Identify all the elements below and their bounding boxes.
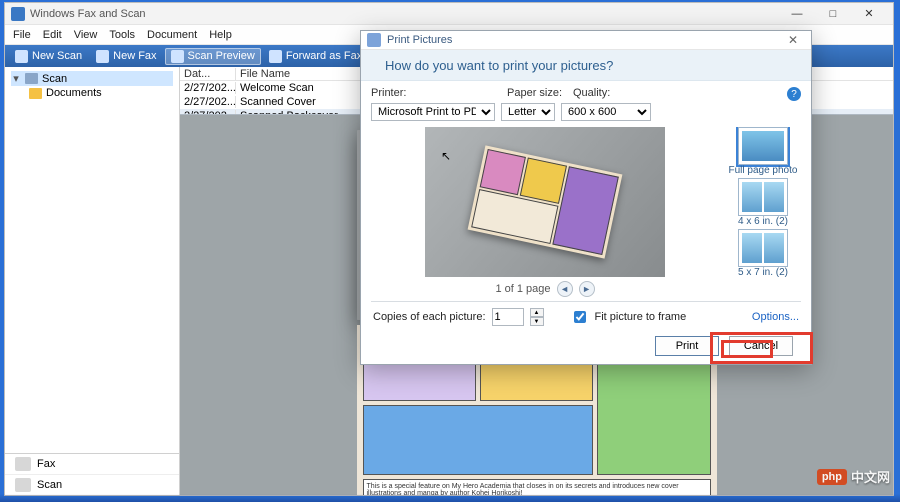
tree-node-scan[interactable]: ▾ Scan [11,71,173,86]
account-scan[interactable]: Scan [5,475,179,495]
account-label: Scan [37,479,62,491]
toolbar-forward-fax[interactable]: Forward as Fax [263,48,368,65]
cursor-icon: ↖ [441,149,451,163]
spin-down-button[interactable]: ▼ [530,317,544,326]
menu-help[interactable]: Help [209,29,232,41]
toolbar-label: Scan Preview [188,50,255,62]
toolbar-label: Forward as Fax [286,50,362,62]
pager-prev-button[interactable]: ◄ [557,281,573,297]
window-maximize-button[interactable]: □ [815,4,851,24]
account-fax[interactable]: Fax [5,454,179,475]
options-link[interactable]: Options... [752,311,799,323]
dialog-banner-text: How do you want to print your pictures? [385,58,613,73]
account-switcher: Fax Scan [5,453,179,495]
preview-icon [171,50,184,63]
copies-spinner[interactable]: ▲ ▼ [530,308,544,326]
cancel-button[interactable]: Cancel [729,336,793,356]
toolbar-scan-preview[interactable]: Scan Preview [165,48,261,65]
quality-label: Quality: [573,87,653,101]
scan-device-icon [15,478,31,492]
tree-node-documents[interactable]: Documents [11,86,173,100]
cell-date: 2/27/202... [180,96,235,108]
layout-label: Full page photo [729,165,798,176]
layout-4x6[interactable]: 4 x 6 in. (2) [725,178,801,227]
printer-select[interactable]: Microsoft Print to PDF [371,103,495,121]
dialog-body: Printer: Paper size: Quality: ? Microsof… [361,81,811,364]
dialog-title: Print Pictures [387,34,452,46]
quality-select[interactable]: 600 x 600 [561,103,651,121]
menu-view[interactable]: View [74,29,98,41]
forward-fax-icon [269,50,282,63]
mini-comic-image [468,145,623,258]
layout-options[interactable]: Full page photo 4 x 6 in. (2) 5 x 7 in. … [725,127,801,297]
layout-label: 5 x 7 in. (2) [738,267,788,278]
dialog-preview-column: ↖ 1 of 1 page ◄ ► [371,127,719,297]
print-pictures-dialog: Print Pictures ✕ How do you want to prin… [360,30,812,365]
dialog-close-button[interactable]: ✕ [781,31,805,49]
watermark-badge: php [817,469,847,485]
layout-5x7[interactable]: 5 x 7 in. (2) [725,229,801,278]
print-button[interactable]: Print [655,336,719,356]
fax-device-icon [15,457,31,471]
tree-label: Documents [46,87,102,99]
collapse-icon[interactable]: ▾ [11,72,21,85]
help-icon[interactable]: ? [787,87,801,101]
layout-label: 4 x 6 in. (2) [738,216,788,227]
menu-tools[interactable]: Tools [109,29,135,41]
folder-icon [29,88,42,99]
scan-icon [15,50,28,63]
menu-file[interactable]: File [13,29,31,41]
pager: 1 of 1 page ◄ ► [495,281,594,297]
toolbar-label: New Scan [32,50,82,62]
account-label: Fax [37,458,55,470]
paper-size-label: Paper size: [507,87,563,101]
dialog-banner: How do you want to print your pictures? [361,50,811,81]
pictures-icon [367,33,381,47]
menu-document[interactable]: Document [147,29,197,41]
watermark: php 中文网 [817,467,890,486]
taskbar-edge [0,494,900,502]
comic-caption: This is a special feature on My Hero Aca… [363,479,711,495]
pager-text: 1 of 1 page [495,283,550,295]
dialog-title-bar: Print Pictures ✕ [361,31,811,50]
column-date[interactable]: Dat... [180,68,235,80]
window-minimize-button[interactable]: — [779,4,815,24]
title-bar: Windows Fax and Scan — □ ✕ [5,3,893,25]
fax-icon [96,50,109,63]
watermark-text: 中文网 [851,467,890,486]
toolbar-new-fax[interactable]: New Fax [90,48,162,65]
cell-date: 2/27/202... [180,82,235,94]
toolbar-new-scan[interactable]: New Scan [9,48,88,65]
scanner-icon [25,73,38,84]
layout-full-page[interactable]: Full page photo [725,127,801,176]
left-panel: ▾ Scan Documents Fax Scan [5,67,180,495]
dialog-preview-image: ↖ [425,127,665,277]
fit-frame-checkbox[interactable] [574,311,586,323]
spin-up-button[interactable]: ▲ [530,308,544,317]
printer-label: Printer: [371,87,497,101]
window-close-button[interactable]: ✕ [851,4,887,24]
app-icon [11,7,25,21]
copies-input[interactable] [492,308,524,326]
paper-size-select[interactable]: Letter [501,103,555,121]
menu-edit[interactable]: Edit [43,29,62,41]
fit-frame-label: Fit picture to frame [595,311,687,323]
tree-label: Scan [42,73,67,85]
folder-tree[interactable]: ▾ Scan Documents [5,67,179,453]
pager-next-button[interactable]: ► [579,281,595,297]
toolbar-label: New Fax [113,50,156,62]
app-title: Windows Fax and Scan [30,8,146,20]
copies-label: Copies of each picture: [373,311,486,323]
